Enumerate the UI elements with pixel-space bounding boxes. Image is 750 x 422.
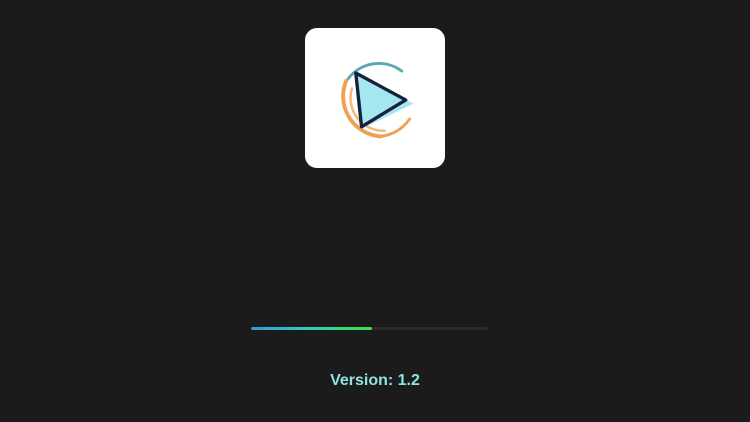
splash-screen: Version: 1.2 xyxy=(0,0,750,422)
app-logo-card xyxy=(305,28,445,168)
version-number: 1.2 xyxy=(397,372,420,389)
version-label: Version: xyxy=(330,372,398,389)
loading-progress-fill xyxy=(251,327,372,330)
play-logo-icon xyxy=(341,62,414,139)
loading-progress-bar xyxy=(251,327,488,330)
version-text: Version: 1.2 xyxy=(0,372,750,390)
